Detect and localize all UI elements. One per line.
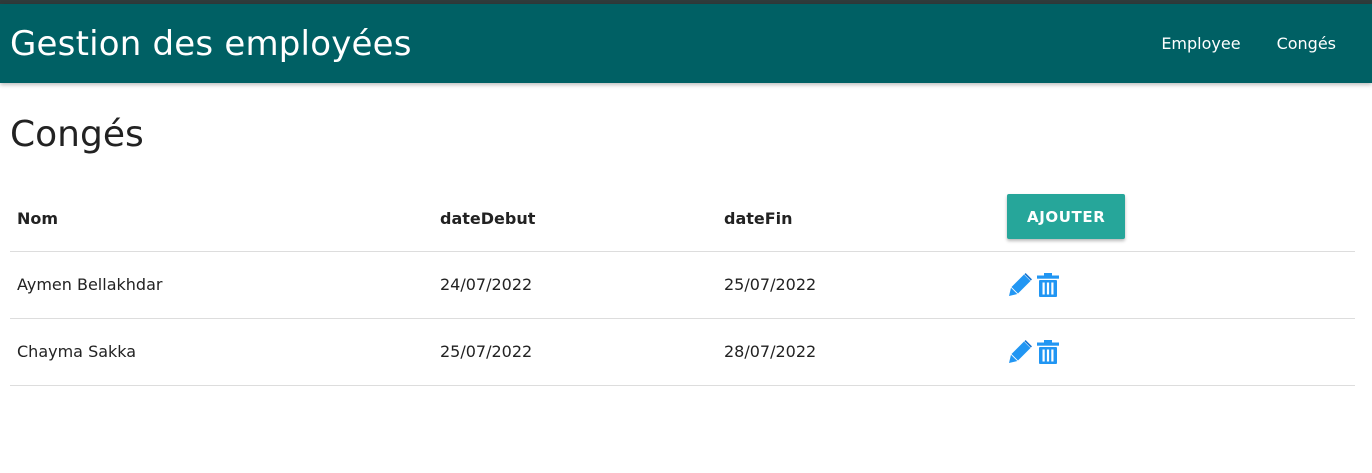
main-content: Congés Nom dateDebut dateFin AJOUTER Aym… xyxy=(0,117,1372,386)
header-nom: Nom xyxy=(10,187,433,252)
conges-table: Nom dateDebut dateFin AJOUTER Aymen Bell… xyxy=(10,187,1355,386)
cell-date-debut: 25/07/2022 xyxy=(433,318,717,386)
brand-title[interactable]: Gestion des employées xyxy=(10,27,412,61)
nav-link-employee[interactable]: Employee xyxy=(1143,4,1258,83)
nav-link-conges[interactable]: Congés xyxy=(1259,4,1354,83)
table-header-row: Nom dateDebut dateFin AJOUTER xyxy=(10,187,1355,252)
table-row: Aymen Bellakhdar 24/07/2022 25/07/2022 xyxy=(10,251,1355,319)
header-actions: AJOUTER xyxy=(1000,187,1355,252)
cell-date-debut: 24/07/2022 xyxy=(433,251,717,319)
cell-date-fin: 25/07/2022 xyxy=(717,251,1000,319)
row-actions xyxy=(1007,338,1348,366)
cell-actions xyxy=(1000,251,1355,319)
row-actions xyxy=(1007,271,1348,299)
cell-nom: Aymen Bellakhdar xyxy=(10,251,433,319)
page-title: Congés xyxy=(10,114,144,155)
add-button[interactable]: AJOUTER xyxy=(1007,194,1126,240)
header-date-debut: dateDebut xyxy=(433,187,717,252)
navbar: Gestion des employées Employee Congés xyxy=(0,4,1372,83)
header-date-fin: dateFin xyxy=(717,187,1000,252)
table-row: Chayma Sakka 25/07/2022 28/07/2022 xyxy=(10,318,1355,386)
trash-icon[interactable] xyxy=(1035,338,1061,366)
trash-icon[interactable] xyxy=(1035,271,1061,299)
pencil-icon[interactable] xyxy=(1007,338,1033,366)
nav-links: Employee Congés xyxy=(1143,4,1372,83)
pencil-icon[interactable] xyxy=(1007,271,1033,299)
table-head: Nom dateDebut dateFin AJOUTER xyxy=(10,187,1355,252)
cell-nom: Chayma Sakka xyxy=(10,318,433,386)
cell-actions xyxy=(1000,318,1355,386)
table-body: Aymen Bellakhdar 24/07/2022 25/07/2022 C… xyxy=(10,251,1355,386)
cell-date-fin: 28/07/2022 xyxy=(717,318,1000,386)
